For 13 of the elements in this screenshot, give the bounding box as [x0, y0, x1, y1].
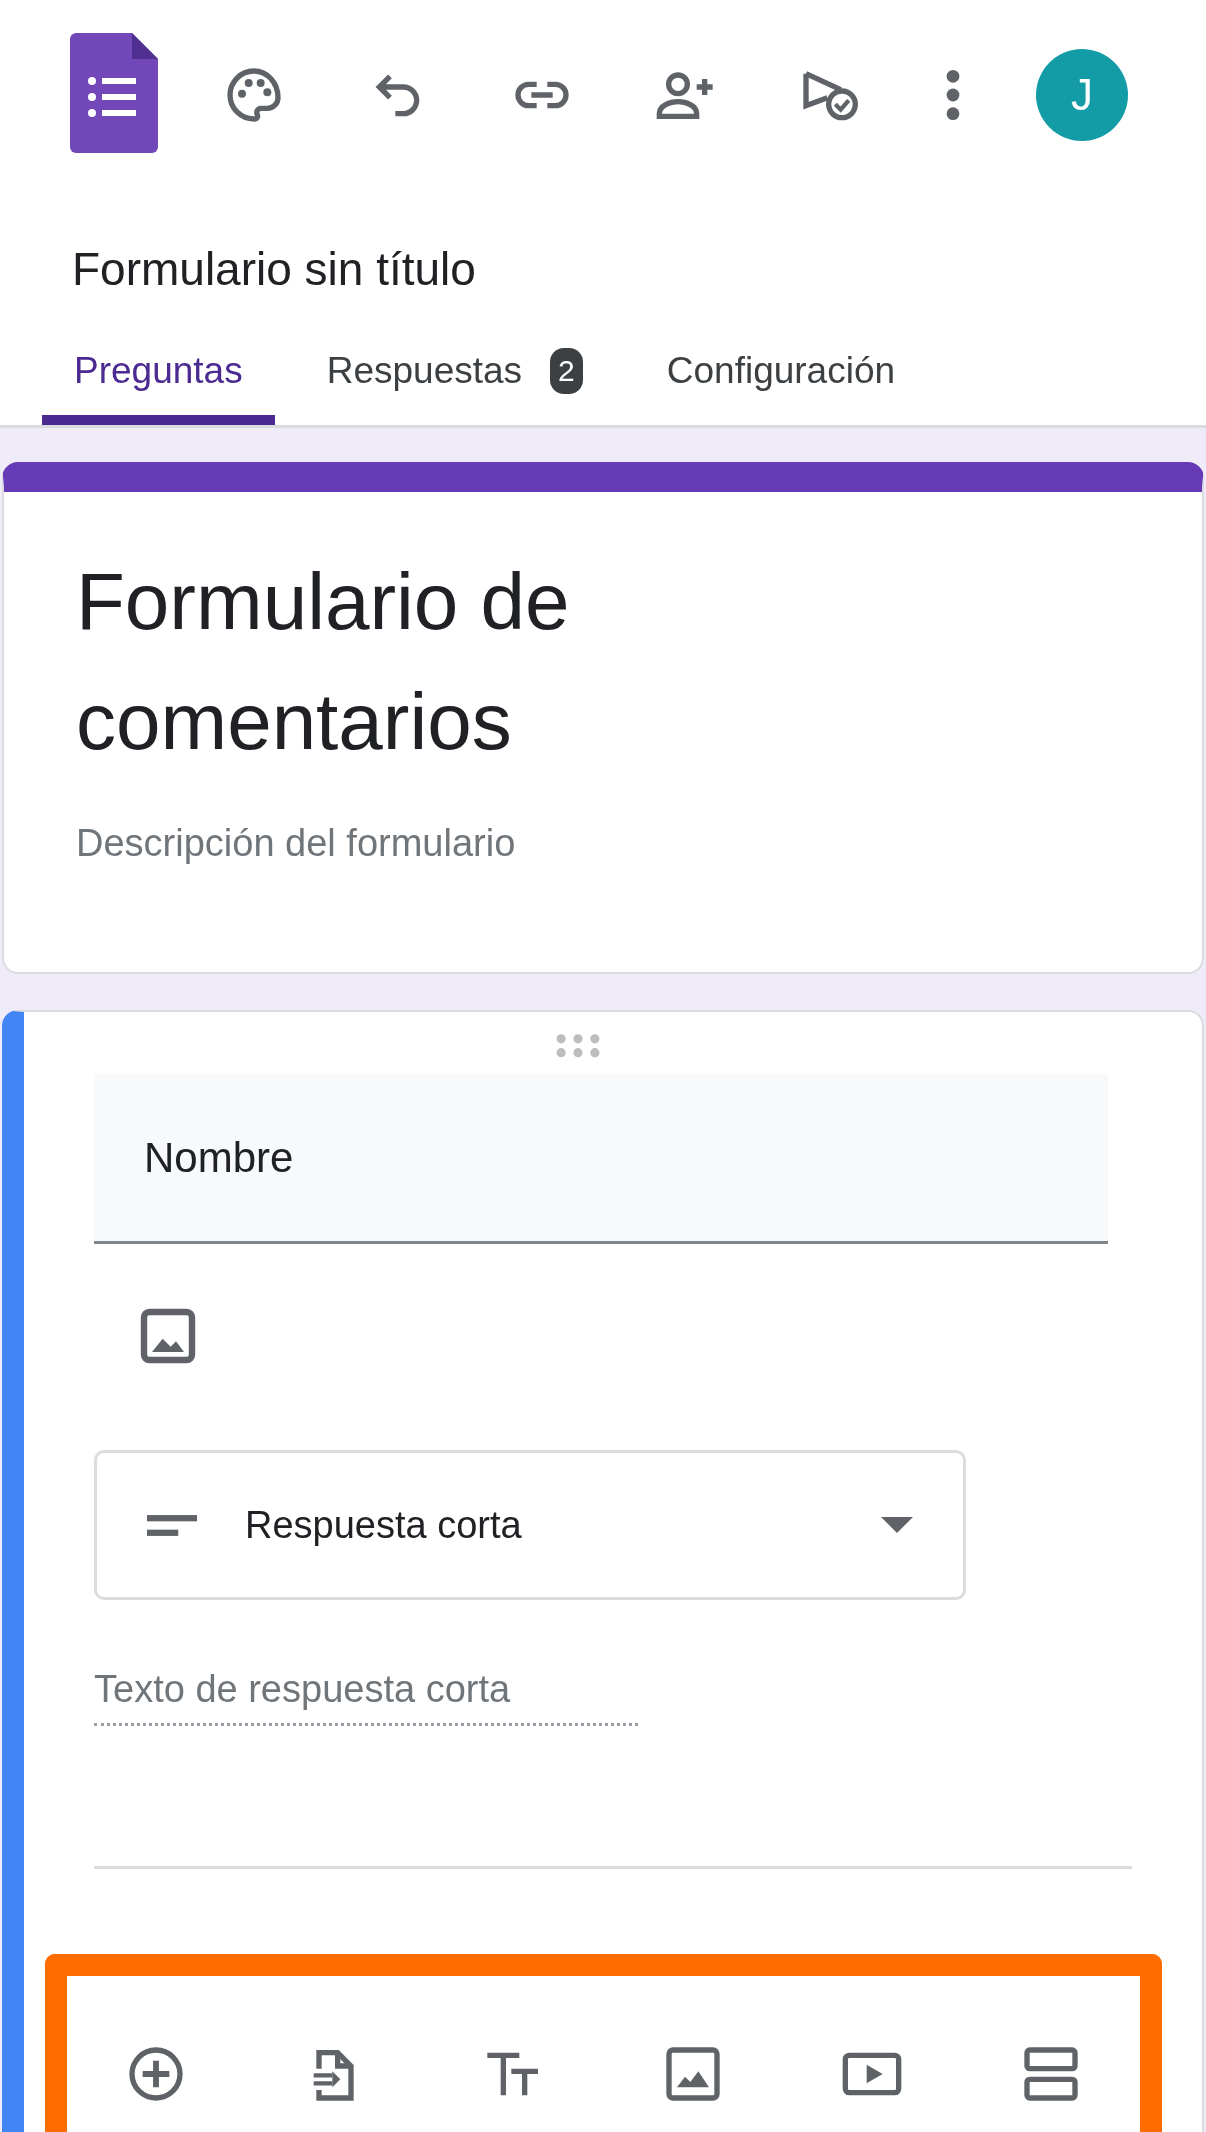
form-description[interactable]: Descripción del formulario: [76, 822, 1130, 865]
forms-logo-icon[interactable]: [70, 32, 158, 153]
answer-field: Texto de respuesta corta: [94, 1668, 638, 1726]
tab[interactable]: Configuración: [634, 320, 928, 425]
question-field[interactable]: Nombre: [94, 1074, 1108, 1244]
form-title[interactable]: Formulario de comentarios: [76, 542, 876, 782]
question-type-dropdown[interactable]: Respuesta corta: [94, 1450, 966, 1600]
count-badge: 2: [550, 347, 583, 394]
form-name: Formulario sin título: [71, 242, 477, 297]
drag-handle-icon[interactable]: [555, 1032, 601, 1058]
short-text-icon: [147, 1512, 197, 1538]
caret-icon: [881, 1517, 913, 1533]
tab[interactable]: Respuestas 2: [294, 320, 615, 425]
